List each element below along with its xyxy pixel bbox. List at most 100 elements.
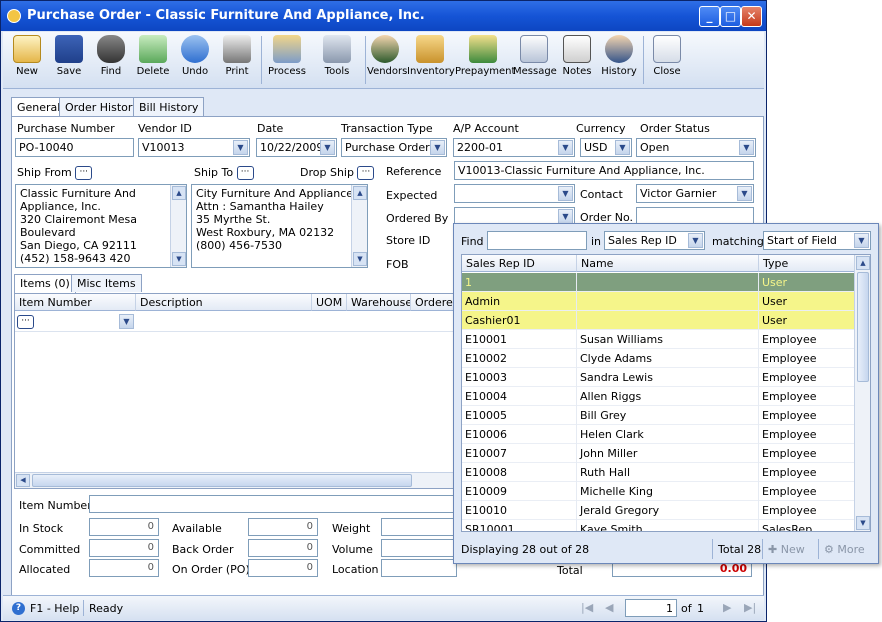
- item-number-detail-input[interactable]: [89, 495, 457, 513]
- sales-rep-grid-scrollbar[interactable]: ▲ ▼: [854, 255, 870, 531]
- table-row[interactable]: ··· ▼: [15, 312, 475, 332]
- minimize-button[interactable]: _: [699, 6, 720, 27]
- ship-to-lookup-button[interactable]: ···: [236, 166, 254, 180]
- title-bar[interactable]: Purchase Order - Classic Furniture And A…: [1, 1, 766, 31]
- scroll-down-icon[interactable]: ▼: [353, 252, 367, 266]
- column-header-uom[interactable]: UOM: [312, 294, 347, 311]
- table-row[interactable]: E10004 Allen Riggs Employee: [462, 387, 855, 406]
- chevron-down-icon[interactable]: ▼: [558, 186, 573, 201]
- inventory-button[interactable]: Inventory: [407, 35, 455, 87]
- match-mode-select[interactable]: Start of Field ▼: [763, 231, 871, 250]
- previous-page-icon[interactable]: ◀: [605, 601, 613, 614]
- vendors-button[interactable]: Vendors: [367, 35, 407, 87]
- chevron-down-icon[interactable]: ▼: [739, 140, 754, 155]
- ship-to-address[interactable]: City Furniture And Appliance Attn : Sama…: [191, 184, 368, 268]
- find-button[interactable]: Find: [93, 35, 129, 87]
- table-row[interactable]: E10001 Susan Williams Employee: [462, 330, 855, 349]
- last-page-icon[interactable]: ▶|: [744, 601, 756, 614]
- tab-items[interactable]: Items (0): [14, 274, 76, 293]
- chevron-down-icon[interactable]: ▼: [615, 140, 630, 155]
- scroll-up-icon[interactable]: ▲: [353, 186, 367, 200]
- scroll-thumb[interactable]: [32, 474, 412, 487]
- prepayment-button[interactable]: Prepayment: [455, 35, 515, 87]
- chevron-down-icon[interactable]: ▼: [119, 314, 134, 329]
- table-row[interactable]: E10010 Jerald Gregory Employee: [462, 501, 855, 520]
- column-header-name[interactable]: Name: [577, 255, 759, 272]
- chevron-down-icon[interactable]: ▼: [854, 233, 869, 248]
- table-row[interactable]: E10007 John Miller Employee: [462, 444, 855, 463]
- drop-ship-lookup-button[interactable]: ···: [357, 166, 375, 180]
- new-record-button[interactable]: ✚ New: [768, 543, 805, 556]
- ap-account-select[interactable]: 2200-01 ▼: [453, 138, 575, 157]
- print-button[interactable]: Print: [219, 35, 255, 87]
- table-row[interactable]: E10003 Sandra Lewis Employee: [462, 368, 855, 387]
- items-horizontal-scrollbar[interactable]: ◀: [15, 472, 473, 488]
- table-row[interactable]: E10002 Clyde Adams Employee: [462, 349, 855, 368]
- purchase-number-input[interactable]: PO-10040: [15, 138, 134, 157]
- save-button[interactable]: Save: [51, 35, 87, 87]
- table-row[interactable]: 1 User: [462, 273, 855, 292]
- order-status-select[interactable]: Open ▼: [636, 138, 756, 157]
- help-hint[interactable]: F1 - Help: [30, 602, 79, 615]
- chevron-down-icon[interactable]: ▼: [688, 233, 703, 248]
- ship-from-scrollbar[interactable]: ▲ ▼: [170, 185, 186, 267]
- column-header-item-number[interactable]: Item Number: [15, 294, 136, 311]
- scroll-thumb[interactable]: [857, 272, 869, 382]
- currency-select[interactable]: USD ▼: [580, 138, 632, 157]
- delete-button[interactable]: Delete: [135, 35, 171, 87]
- chevron-down-icon[interactable]: ▼: [558, 209, 573, 224]
- tab-misc-items[interactable]: Misc Items: [71, 274, 142, 292]
- table-row[interactable]: Admin User: [462, 292, 855, 311]
- close-button[interactable]: Close: [649, 35, 685, 87]
- more-button[interactable]: ⚙ More: [824, 543, 865, 556]
- scroll-up-icon[interactable]: ▲: [856, 256, 870, 270]
- ship-from-address[interactable]: Classic Furniture And Appliance, Inc. 32…: [15, 184, 187, 268]
- find-input[interactable]: [487, 231, 587, 250]
- next-page-icon[interactable]: ▶: [723, 601, 731, 614]
- notes-button[interactable]: Notes: [559, 35, 595, 87]
- column-header-description[interactable]: Description: [136, 294, 312, 311]
- table-row[interactable]: E10008 Ruth Hall Employee: [462, 463, 855, 482]
- chevron-down-icon[interactable]: ▼: [737, 186, 752, 201]
- chevron-down-icon[interactable]: ▼: [558, 140, 573, 155]
- undo-button[interactable]: Undo: [177, 35, 213, 87]
- expected-date-picker[interactable]: ▼: [454, 184, 575, 203]
- ship-from-lookup-button[interactable]: ···: [75, 166, 93, 180]
- chevron-down-icon[interactable]: ▼: [233, 140, 248, 155]
- scroll-down-icon[interactable]: ▼: [856, 516, 870, 530]
- maximize-button[interactable]: □: [720, 6, 741, 27]
- new-button[interactable]: New: [9, 35, 45, 87]
- message-button[interactable]: Message: [513, 35, 557, 87]
- sales-rep-grid[interactable]: Sales Rep ID Name Type 1 User Admin User…: [461, 254, 871, 532]
- chevron-down-icon[interactable]: ▼: [430, 140, 445, 155]
- item-lookup-button[interactable]: ···: [17, 315, 34, 329]
- items-grid[interactable]: Item Number Description UOM Warehouse Or…: [14, 293, 475, 489]
- first-page-icon[interactable]: |◀: [581, 601, 593, 614]
- page-number-input[interactable]: 1: [625, 599, 677, 617]
- tools-button[interactable]: Tools: [311, 35, 363, 87]
- help-icon[interactable]: ?: [12, 602, 25, 615]
- date-picker[interactable]: 10/22/2009 ▼: [256, 138, 337, 157]
- table-row[interactable]: E10006 Helen Clark Employee: [462, 425, 855, 444]
- process-button[interactable]: Process: [267, 35, 307, 87]
- close-window-button[interactable]: ✕: [741, 6, 762, 27]
- table-row[interactable]: E10005 Bill Grey Employee: [462, 406, 855, 425]
- history-button[interactable]: History: [599, 35, 639, 87]
- scroll-down-icon[interactable]: ▼: [172, 252, 186, 266]
- contact-select[interactable]: Victor Garnier ▼: [636, 184, 754, 203]
- tab-bill-history[interactable]: Bill History: [133, 97, 205, 117]
- search-field-select[interactable]: Sales Rep ID ▼: [604, 231, 705, 250]
- ship-to-scrollbar[interactable]: ▲ ▼: [351, 185, 367, 267]
- table-row[interactable]: Cashier01 User: [462, 311, 855, 330]
- vendor-id-select[interactable]: V10013 ▼: [138, 138, 250, 157]
- tab-order-history[interactable]: Order History: [59, 97, 145, 117]
- transaction-type-select[interactable]: Purchase Order ▼: [341, 138, 447, 157]
- reference-input[interactable]: V10013-Classic Furniture And Appliance, …: [454, 161, 754, 180]
- scroll-up-icon[interactable]: ▲: [172, 186, 186, 200]
- scroll-left-icon[interactable]: ◀: [16, 474, 30, 487]
- table-row[interactable]: E10009 Michelle King Employee: [462, 482, 855, 501]
- column-header-sales-rep-id[interactable]: Sales Rep ID: [462, 255, 577, 272]
- chevron-down-icon[interactable]: ▼: [320, 140, 335, 155]
- column-header-warehouse[interactable]: Warehouse: [347, 294, 411, 311]
- table-row[interactable]: SR10001 Kaye Smith SalesRep: [462, 520, 855, 531]
